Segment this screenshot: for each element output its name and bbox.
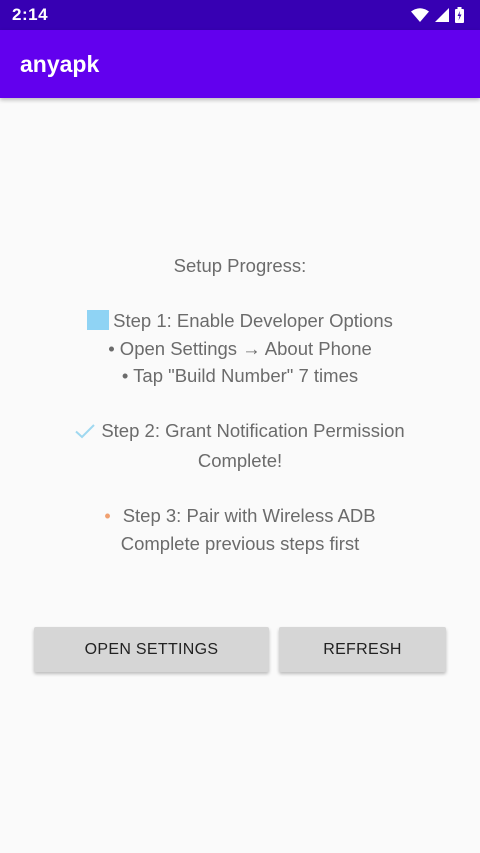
step3-status: Complete previous steps first [120, 533, 360, 554]
app-bar: anyapk [0, 30, 480, 98]
signal-icon [435, 8, 449, 22]
step1-detail-2: • Tap "Build Number" 7 times [121, 365, 359, 386]
open-settings-button[interactable]: OPEN SETTINGS [34, 627, 269, 672]
status-bar: 2:14 [0, 0, 480, 30]
step2-status: Complete! [197, 449, 283, 471]
step3-title: Step 3: Pair with Wireless ADB [122, 504, 376, 526]
setup-progress: Setup Progress: Step 1: Enable Developer… [0, 252, 480, 558]
app-title: anyapk [20, 50, 100, 77]
step2-title: Step 2: Grant Notification Permission [101, 420, 405, 441]
step3-title-line: • Step 3: Pair with Wireless ADB [0, 502, 480, 531]
wifi-icon [411, 8, 429, 22]
dot-icon: • [104, 505, 111, 526]
main-content: Setup Progress: Step 1: Enable Developer… [0, 98, 480, 853]
step1-title: Step 1: Enable Developer Options [113, 310, 393, 331]
step1-title-line: Step 1: Enable Developer Options [0, 307, 480, 335]
status-icons [411, 7, 464, 23]
refresh-button[interactable]: REFRESH [279, 627, 446, 672]
step2-title-line: Step 2: Grant Notification Permission [0, 417, 480, 447]
status-time: 2:14 [12, 5, 49, 24]
setup-heading: Setup Progress: [173, 255, 307, 276]
battery-icon [455, 7, 464, 23]
step1-detail-1: • Open Settings → About Phone [108, 337, 372, 359]
square-icon [87, 310, 110, 330]
check-icon [75, 419, 96, 447]
